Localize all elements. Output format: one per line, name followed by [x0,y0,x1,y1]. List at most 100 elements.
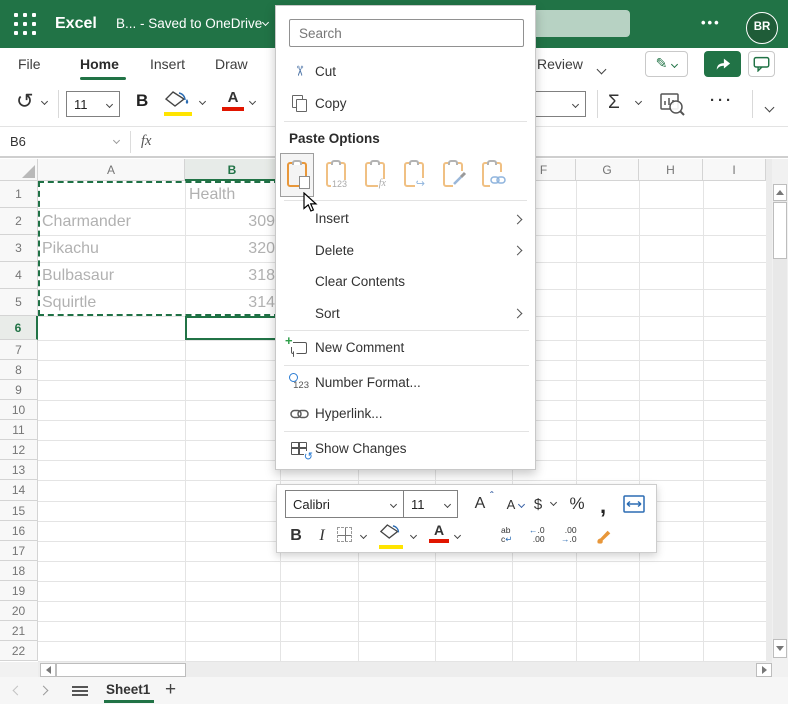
collapse-ribbon-chevron-icon[interactable] [764,102,775,113]
row-header-9[interactable]: 9 [0,380,38,401]
fill-color-chevron-icon[interactable] [409,531,418,540]
bold-button[interactable]: B [136,91,148,111]
paste-formatting-button[interactable] [436,153,470,197]
share-button[interactable] [704,51,741,77]
align-button[interactable] [475,530,491,544]
row-header-7[interactable]: 7 [0,340,38,361]
horizontal-scrollbar[interactable] [0,662,788,678]
row-header-6[interactable]: 6 [0,316,38,340]
column-header-H[interactable]: H [639,159,703,181]
font-name-select[interactable]: Calibri [286,491,404,517]
row-header-12[interactable]: 12 [0,440,38,461]
fx-icon[interactable]: fx [141,127,151,156]
comments-button[interactable] [748,51,775,77]
select-all-corner[interactable] [0,159,38,181]
increase-decimal-button[interactable]: .00 →.0 [561,526,577,544]
font-color-chevron-icon[interactable] [453,531,462,540]
document-status[interactable]: B... - Saved to OneDrive [116,0,262,48]
active-cell-B6[interactable] [185,316,280,340]
row-header-15[interactable]: 15 [0,500,38,521]
column-header-G[interactable]: G [576,159,639,181]
add-sheet-button[interactable]: + [165,677,176,704]
editing-mode-button[interactable]: ✎ [645,51,688,77]
undo-button[interactable]: ↺ [16,91,34,113]
row-header-1[interactable]: 1 [0,181,38,208]
cell-A3[interactable]: Pikachu [42,235,180,262]
undo-chevron-icon[interactable] [40,97,49,106]
scroll-up-button[interactable] [773,184,787,201]
scroll-right-button[interactable] [756,663,772,677]
menu-item-hyperlink-[interactable]: Hyperlink... [276,398,537,430]
row-header-10[interactable]: 10 [0,400,38,421]
tab-file[interactable]: File [18,48,41,80]
menu-item-cut[interactable]: ✂ Cut [276,55,537,87]
row-header-16[interactable]: 16 [0,520,38,541]
toolbar-more-icon[interactable]: ··· [710,92,734,109]
scroll-down-button[interactable] [773,639,787,658]
row-header-8[interactable]: 8 [0,360,38,381]
all-sheets-menu-icon[interactable] [72,686,88,696]
wrap-text-button[interactable]: ab c↵ [501,526,512,544]
accounting-format-button[interactable]: $ [529,490,547,518]
row-header-21[interactable]: 21 [0,620,38,641]
autosum-button[interactable]: Σ [608,92,620,114]
row-header-5[interactable]: 5 [0,289,38,316]
tab-review[interactable]: Review [537,48,583,80]
row-header-17[interactable]: 17 [0,540,38,561]
column-header-B[interactable]: B [185,159,280,181]
menu-item-number-format-[interactable]: 123 Number Format... [276,367,537,399]
menu-item-delete[interactable]: Delete [276,235,537,267]
row-header-3[interactable]: 3 [0,235,38,262]
decrease-decimal-button[interactable]: ←.0 .00 [529,526,545,544]
row-header-2[interactable]: 2 [0,208,38,235]
name-box[interactable]: B6 [10,127,26,156]
row-header-14[interactable]: 14 [0,480,38,501]
paste-link-button[interactable] [475,153,509,197]
name-box-chevron-icon[interactable] [112,136,121,145]
row-header-20[interactable]: 20 [0,600,38,621]
column-header-I[interactable]: I [703,159,766,181]
prev-sheet-chevron-icon[interactable] [12,685,23,696]
font-color-button[interactable]: A [429,523,449,543]
bold-button[interactable]: B [287,523,305,549]
row-header-18[interactable]: 18 [0,560,38,581]
comma-style-button[interactable]: , [595,494,611,518]
context-menu-search-input[interactable] [289,19,524,47]
grow-font-button[interactable]: Aˆ [467,490,494,518]
format-painter-button[interactable] [591,525,617,549]
avatar[interactable]: BR [746,12,778,44]
menu-item-show-changes[interactable]: ↺ Show Changes [276,433,537,465]
cell-A2[interactable]: Charmander [42,208,180,235]
paste-transpose-button[interactable]: ↪ [397,153,431,197]
app-launcher-icon[interactable] [14,13,37,36]
scroll-left-button[interactable] [40,663,56,677]
cell-A4[interactable]: Bulbasaur [42,262,180,289]
horizontal-scroll-thumb[interactable] [56,663,186,677]
cell-B1[interactable]: Health [189,181,275,208]
autosum-chevron-icon[interactable] [634,97,643,106]
percent-style-button[interactable]: % [565,490,589,518]
font-size-select[interactable]: 11 [66,91,120,117]
fill-color-button[interactable] [379,524,405,549]
menu-item-new-comment[interactable]: + New Comment [276,332,537,364]
fill-color-button[interactable] [164,91,192,116]
tab-draw[interactable]: Draw [215,48,248,80]
paste-values-button[interactable]: 123 [319,153,353,197]
more-tabs-chevron-icon[interactable] [596,60,607,78]
fill-color-chevron-icon[interactable] [198,97,207,106]
font-size-select[interactable]: 11 [404,491,457,517]
vertical-scroll-thumb[interactable] [773,202,787,259]
borders-chevron-icon[interactable] [359,531,368,540]
shrink-font-button[interactable]: A [498,490,526,518]
accounting-chevron-icon[interactable] [549,498,558,507]
cell-B4[interactable]: 318 [189,262,275,289]
cell-B2[interactable]: 309 [189,208,275,235]
find-button[interactable] [658,90,686,123]
row-header-19[interactable]: 19 [0,580,38,601]
font-color-chevron-icon[interactable] [248,97,257,106]
row-header-13[interactable]: 13 [0,460,38,481]
paste-button[interactable] [280,153,314,197]
tab-home[interactable]: Home [80,48,119,80]
autofit-width-button[interactable] [619,490,649,518]
italic-button[interactable]: I [315,523,329,549]
